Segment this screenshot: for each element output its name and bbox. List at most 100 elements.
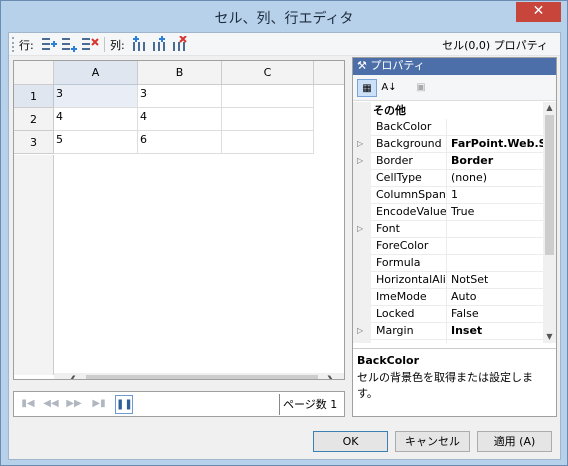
select-all-corner[interactable] bbox=[14, 61, 54, 85]
scroll-right-icon[interactable]: ❯ bbox=[322, 373, 339, 379]
property-row[interactable]: ForeColor bbox=[371, 238, 543, 255]
property-row[interactable]: ColumnSpan 1 bbox=[371, 187, 543, 204]
property-value[interactable] bbox=[448, 340, 543, 343]
toolbar-grip[interactable] bbox=[12, 37, 15, 52]
property-name: BackColor bbox=[371, 119, 447, 136]
expand-icon[interactable]: ▷ bbox=[357, 156, 365, 166]
grid-cell[interactable]: 3 bbox=[138, 85, 222, 108]
property-row[interactable]: Locked False bbox=[371, 306, 543, 323]
scroll-up-icon[interactable]: ▲ bbox=[543, 102, 556, 114]
scroll-thumb[interactable] bbox=[86, 375, 318, 379]
property-name: Font bbox=[371, 221, 447, 238]
apply-button[interactable]: 適用 (A) bbox=[477, 431, 552, 452]
title-bar: セル、列、行エディタ ✕ bbox=[1, 1, 567, 32]
window-title: セル、列、行エディタ bbox=[214, 11, 354, 27]
property-name: ColumnSpan bbox=[371, 187, 447, 204]
grid-cell[interactable]: 3 bbox=[54, 85, 138, 108]
grid-cell[interactable] bbox=[222, 108, 314, 131]
property-value[interactable]: True bbox=[448, 204, 543, 221]
property-pages-icon[interactable]: ▣ bbox=[411, 79, 431, 97]
property-row[interactable]: EncodeValue True bbox=[371, 204, 543, 221]
property-value[interactable]: False bbox=[448, 306, 543, 323]
row-label: 行: bbox=[19, 39, 34, 52]
first-page-icon[interactable]: ▮◀ bbox=[20, 397, 36, 411]
property-panel-title: プロパティ bbox=[370, 59, 425, 72]
property-value[interactable]: Border bbox=[448, 153, 543, 170]
last-page-icon[interactable]: ▶▮ bbox=[91, 397, 107, 411]
page-count: ページ数 1 bbox=[279, 394, 345, 415]
property-value[interactable]: 1 bbox=[448, 187, 543, 204]
property-name: Background bbox=[371, 136, 447, 153]
delete-column-icon[interactable] bbox=[171, 36, 189, 52]
column-header-filler bbox=[314, 61, 344, 85]
property-row[interactable]: ImeMode Auto bbox=[371, 289, 543, 306]
property-toolbar: ▦ A↓ ▣ bbox=[353, 75, 556, 101]
category-header[interactable]: その他 bbox=[353, 102, 543, 119]
scroll-thumb[interactable] bbox=[545, 115, 554, 255]
row-header[interactable]: 1 bbox=[14, 85, 54, 108]
grid-cell[interactable] bbox=[222, 131, 314, 154]
next-page-icon[interactable]: ▶▶ bbox=[66, 397, 82, 411]
property-value[interactable] bbox=[448, 255, 543, 272]
property-name: Formula bbox=[371, 255, 447, 272]
description-text: セルの背景色を取得または設定します。 bbox=[357, 371, 533, 400]
property-panel-header: ⚒ プロパティ bbox=[353, 58, 556, 75]
scroll-left-icon[interactable]: ❮ bbox=[64, 373, 81, 379]
property-value[interactable] bbox=[448, 119, 543, 136]
column-header[interactable]: B bbox=[138, 61, 222, 85]
categorized-view-icon[interactable]: ▦ bbox=[357, 79, 377, 97]
property-row[interactable]: CellType (none) bbox=[371, 170, 543, 187]
property-value[interactable]: NotSet bbox=[448, 272, 543, 289]
property-value[interactable] bbox=[448, 238, 543, 255]
property-value[interactable] bbox=[448, 221, 543, 238]
property-row[interactable]: ▷ BackgroundFarPoint.Web.Sp bbox=[357, 136, 543, 153]
property-value[interactable]: Auto bbox=[448, 289, 543, 306]
property-value[interactable]: Inset bbox=[448, 323, 543, 340]
row-header[interactable]: 3 bbox=[14, 131, 54, 154]
row-header[interactable]: 2 bbox=[14, 108, 54, 131]
horizontal-scrollbar[interactable]: ❮ ❯ bbox=[54, 373, 344, 379]
pin-icon[interactable]: ⚒ bbox=[357, 59, 367, 72]
cancel-button[interactable]: キャンセル bbox=[395, 431, 470, 452]
property-row[interactable]: ▷ Border Border bbox=[357, 153, 543, 170]
editor-window: セル、列、行エディタ ✕ 行: 列: セル(0,0) プロパティ A B C 1… bbox=[0, 0, 568, 466]
pause-icon[interactable]: ❚❚ bbox=[115, 395, 133, 414]
toolbar: 行: 列: セル(0,0) プロパティ bbox=[9, 33, 560, 56]
spreadsheet[interactable]: A B C 1 2 3 3 3 4 4 5 6 ❮ ❯ bbox=[13, 60, 345, 380]
expand-icon[interactable]: ▷ bbox=[357, 224, 365, 234]
append-column-icon[interactable] bbox=[151, 36, 169, 52]
property-row[interactable]: BackColor bbox=[371, 119, 543, 136]
property-name: HorizontalAlign bbox=[371, 272, 447, 289]
grid-cell[interactable]: 4 bbox=[54, 108, 138, 131]
property-list: その他 BackColor▷BackgroundFarPoint.Web.Sp▷… bbox=[353, 102, 543, 343]
column-header[interactable]: C bbox=[222, 61, 314, 85]
insert-column-icon[interactable] bbox=[131, 36, 149, 52]
property-row[interactable]: ▷ Font bbox=[357, 221, 543, 238]
expand-icon[interactable]: ▷ bbox=[357, 139, 365, 149]
previous-page-icon[interactable]: ◀◀ bbox=[43, 397, 59, 411]
property-scrollbar[interactable]: ▲ ▼ bbox=[543, 102, 556, 343]
close-button[interactable]: ✕ bbox=[516, 2, 561, 22]
toolbar-separator bbox=[104, 37, 105, 52]
grid-cell[interactable]: 4 bbox=[138, 108, 222, 131]
grid-cell[interactable] bbox=[222, 85, 314, 108]
expand-icon[interactable]: ▷ bbox=[357, 326, 365, 336]
dialog-client: 行: 列: セル(0,0) プロパティ A B C 1 2 3 3 3 4 4 bbox=[8, 32, 561, 460]
property-row[interactable]: ▷ Margin Inset bbox=[357, 323, 543, 340]
scroll-down-icon[interactable]: ▼ bbox=[543, 331, 556, 343]
property-row[interactable]: Formula bbox=[371, 255, 543, 272]
grid-cell[interactable]: 6 bbox=[138, 131, 222, 154]
append-row-icon[interactable] bbox=[61, 36, 79, 52]
property-row[interactable]: Note bbox=[371, 340, 543, 343]
ok-button[interactable]: OK bbox=[313, 431, 388, 452]
row-header-filler bbox=[14, 155, 54, 375]
alphabetical-sort-icon[interactable]: A↓ bbox=[379, 79, 399, 97]
delete-row-icon[interactable] bbox=[81, 36, 99, 52]
property-description: BackColor セルの背景色を取得または設定します。 bbox=[353, 348, 556, 416]
property-row[interactable]: HorizontalAlignNotSet bbox=[371, 272, 543, 289]
grid-cell[interactable]: 5 bbox=[54, 131, 138, 154]
insert-row-icon[interactable] bbox=[41, 36, 59, 52]
property-value[interactable]: FarPoint.Web.Sp bbox=[448, 136, 543, 153]
column-header[interactable]: A bbox=[54, 61, 138, 85]
property-value[interactable]: (none) bbox=[448, 170, 543, 187]
